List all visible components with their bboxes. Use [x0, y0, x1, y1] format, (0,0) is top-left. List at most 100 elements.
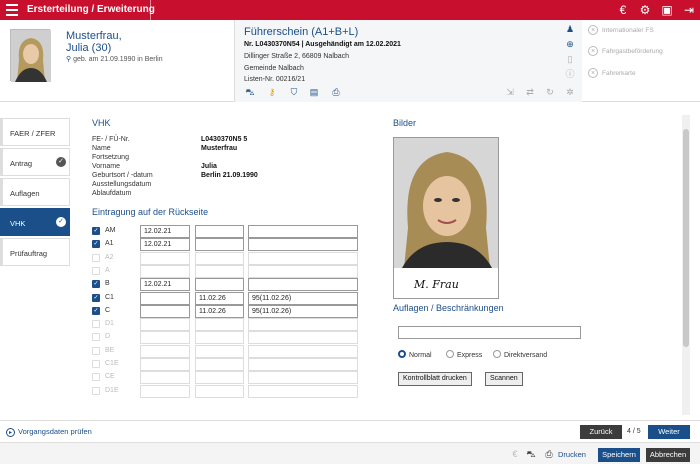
class-date-field[interactable] [140, 304, 190, 318]
class-date-field[interactable] [140, 371, 190, 385]
class-date-field[interactable]: 12.02.21 [140, 238, 190, 252]
car-icon[interactable]: ⛍ [243, 86, 257, 98]
class-checkbox[interactable] [92, 253, 100, 262]
document-icon[interactable]: ▯ [565, 54, 575, 64]
scrollbar[interactable] [682, 115, 690, 415]
class-checkbox[interactable] [92, 320, 100, 329]
class-end-date-field[interactable] [195, 225, 244, 238]
car-icon[interactable]: ⛍ [525, 448, 537, 460]
class-end-date-field[interactable] [195, 278, 244, 292]
kontrollblatt-button[interactable]: Kontrollblatt drucken [398, 372, 472, 386]
vorgangsdaten-link[interactable]: ▸ Vorgangsdaten prüfen [6, 427, 92, 437]
class-date-field[interactable] [140, 384, 190, 398]
class-end-date-field[interactable]: 11.02.26 [195, 304, 244, 318]
export-icon[interactable]: ⇲ [503, 86, 517, 98]
chat-icon[interactable]: ▤ [307, 86, 321, 98]
gear-small-icon[interactable]: ✲ [563, 86, 577, 98]
class-checkbox[interactable]: ✓ [92, 293, 100, 302]
cancel-button[interactable]: Abbrechen [646, 448, 690, 462]
nav-item-antrag[interactable]: Antrag ✓ [0, 148, 70, 176]
class-note-field[interactable] [248, 318, 358, 332]
back-button[interactable]: Zurück [580, 425, 622, 439]
class-checkbox[interactable]: ✓ [92, 227, 100, 235]
scannen-button[interactable]: Scannen [485, 372, 523, 386]
class-note-field[interactable] [248, 251, 358, 265]
class-note-field[interactable]: 95(11.02.26) [248, 304, 358, 318]
print-link[interactable]: Drucken [558, 450, 586, 459]
class-end-date-field[interactable] [195, 238, 244, 252]
table-row: A2 [92, 251, 362, 265]
related-item-fahrgastbefoerderung[interactable]: × Fahrgastbeförderung [588, 46, 663, 56]
save-button[interactable]: Speichern [598, 448, 640, 462]
euro-icon[interactable]: € [509, 448, 521, 460]
class-date-field[interactable] [140, 358, 190, 371]
class-note-field[interactable] [248, 331, 358, 345]
class-end-date-field[interactable] [195, 251, 244, 265]
step-footer: ▸ Vorgangsdaten prüfen Zurück 4 / 5 Weite… [0, 420, 700, 442]
class-note-field[interactable] [248, 384, 358, 398]
key-icon[interactable]: ⚷ [265, 86, 279, 98]
shield-badge-icon[interactable]: ⛉ [287, 86, 301, 98]
sidebar-toggle-icon[interactable]: ▣ [660, 3, 674, 17]
printer-icon[interactable]: ⎙ [543, 448, 555, 460]
class-checkbox[interactable] [92, 266, 100, 275]
nav-item-faer-zfer[interactable]: FAER / ZFER [0, 118, 70, 146]
class-checkbox[interactable]: ✓ [92, 306, 100, 315]
class-checkbox[interactable] [92, 360, 100, 368]
class-end-date-field[interactable] [195, 384, 244, 398]
swap-icon[interactable]: ⇄ [523, 86, 537, 98]
class-note-field[interactable] [248, 225, 358, 238]
class-date-field[interactable]: 12.02.21 [140, 225, 190, 238]
class-end-date-field[interactable]: 11.02.26 [195, 291, 244, 305]
class-end-date-field[interactable] [195, 358, 244, 371]
logout-icon[interactable]: ⇥ [682, 3, 696, 17]
class-end-date-field[interactable] [195, 371, 244, 385]
nav-item-vhk[interactable]: VHK ✓ [0, 208, 70, 236]
class-date-field[interactable]: 12.02.21 [140, 278, 190, 292]
class-end-date-field[interactable] [195, 344, 244, 358]
class-checkbox[interactable] [92, 373, 100, 382]
class-note-field[interactable] [248, 264, 358, 278]
related-item-fahrerkarte[interactable]: × Fahrerkarte [588, 68, 636, 78]
class-note-field[interactable] [248, 344, 358, 358]
menu-icon[interactable] [6, 4, 18, 16]
scrollbar-thumb[interactable] [683, 129, 689, 347]
class-date-field[interactable] [140, 264, 190, 278]
refresh-icon[interactable]: ↻ [543, 86, 557, 98]
class-checkbox[interactable]: ✓ [92, 240, 100, 249]
info-icon[interactable]: ⓘ [565, 69, 575, 79]
class-note-field[interactable]: 95(11.02.26) [248, 291, 358, 305]
class-checkbox[interactable] [92, 333, 100, 342]
class-checkbox[interactable] [92, 386, 100, 395]
class-checkbox[interactable] [92, 346, 100, 355]
person-icon[interactable]: ♟ [565, 24, 575, 34]
gear-icon[interactable]: ⚙ [638, 3, 652, 17]
class-date-field[interactable] [140, 291, 190, 305]
class-end-date-field[interactable] [195, 331, 244, 345]
class-end-date-field[interactable] [195, 318, 244, 332]
class-date-field[interactable] [140, 318, 190, 332]
bilder-title: Bilder [393, 118, 417, 128]
radio-express[interactable]: Express [446, 350, 482, 359]
class-end-date-field[interactable] [195, 264, 244, 278]
class-checkbox[interactable]: ✓ [92, 280, 100, 289]
table-row: D [92, 331, 362, 345]
class-date-field[interactable] [140, 344, 190, 358]
class-date-field[interactable] [140, 331, 190, 345]
radio-normal[interactable]: Normal [398, 350, 432, 359]
related-item-internationaler-fs[interactable]: × Internationaler FS [588, 25, 654, 35]
field-label: Ausstellungsdatum [92, 181, 152, 188]
class-note-field[interactable] [248, 278, 358, 292]
euro-icon[interactable]: € [616, 3, 630, 17]
nav-item-auflagen[interactable]: Auflagen [0, 178, 70, 206]
printer-icon[interactable]: ⎙ [329, 86, 343, 98]
radio-direktversand[interactable]: Direktversand [493, 350, 547, 359]
class-note-field[interactable] [248, 238, 358, 252]
nav-item-pruefauftrag[interactable]: Prüfauftrag [0, 238, 70, 266]
globe-icon[interactable]: ⊕ [565, 39, 575, 49]
class-note-field[interactable] [248, 358, 358, 371]
class-date-field[interactable] [140, 251, 190, 265]
auflagen-input[interactable] [398, 326, 581, 339]
class-note-field[interactable] [248, 371, 358, 385]
next-button[interactable]: Weiter [648, 425, 690, 439]
